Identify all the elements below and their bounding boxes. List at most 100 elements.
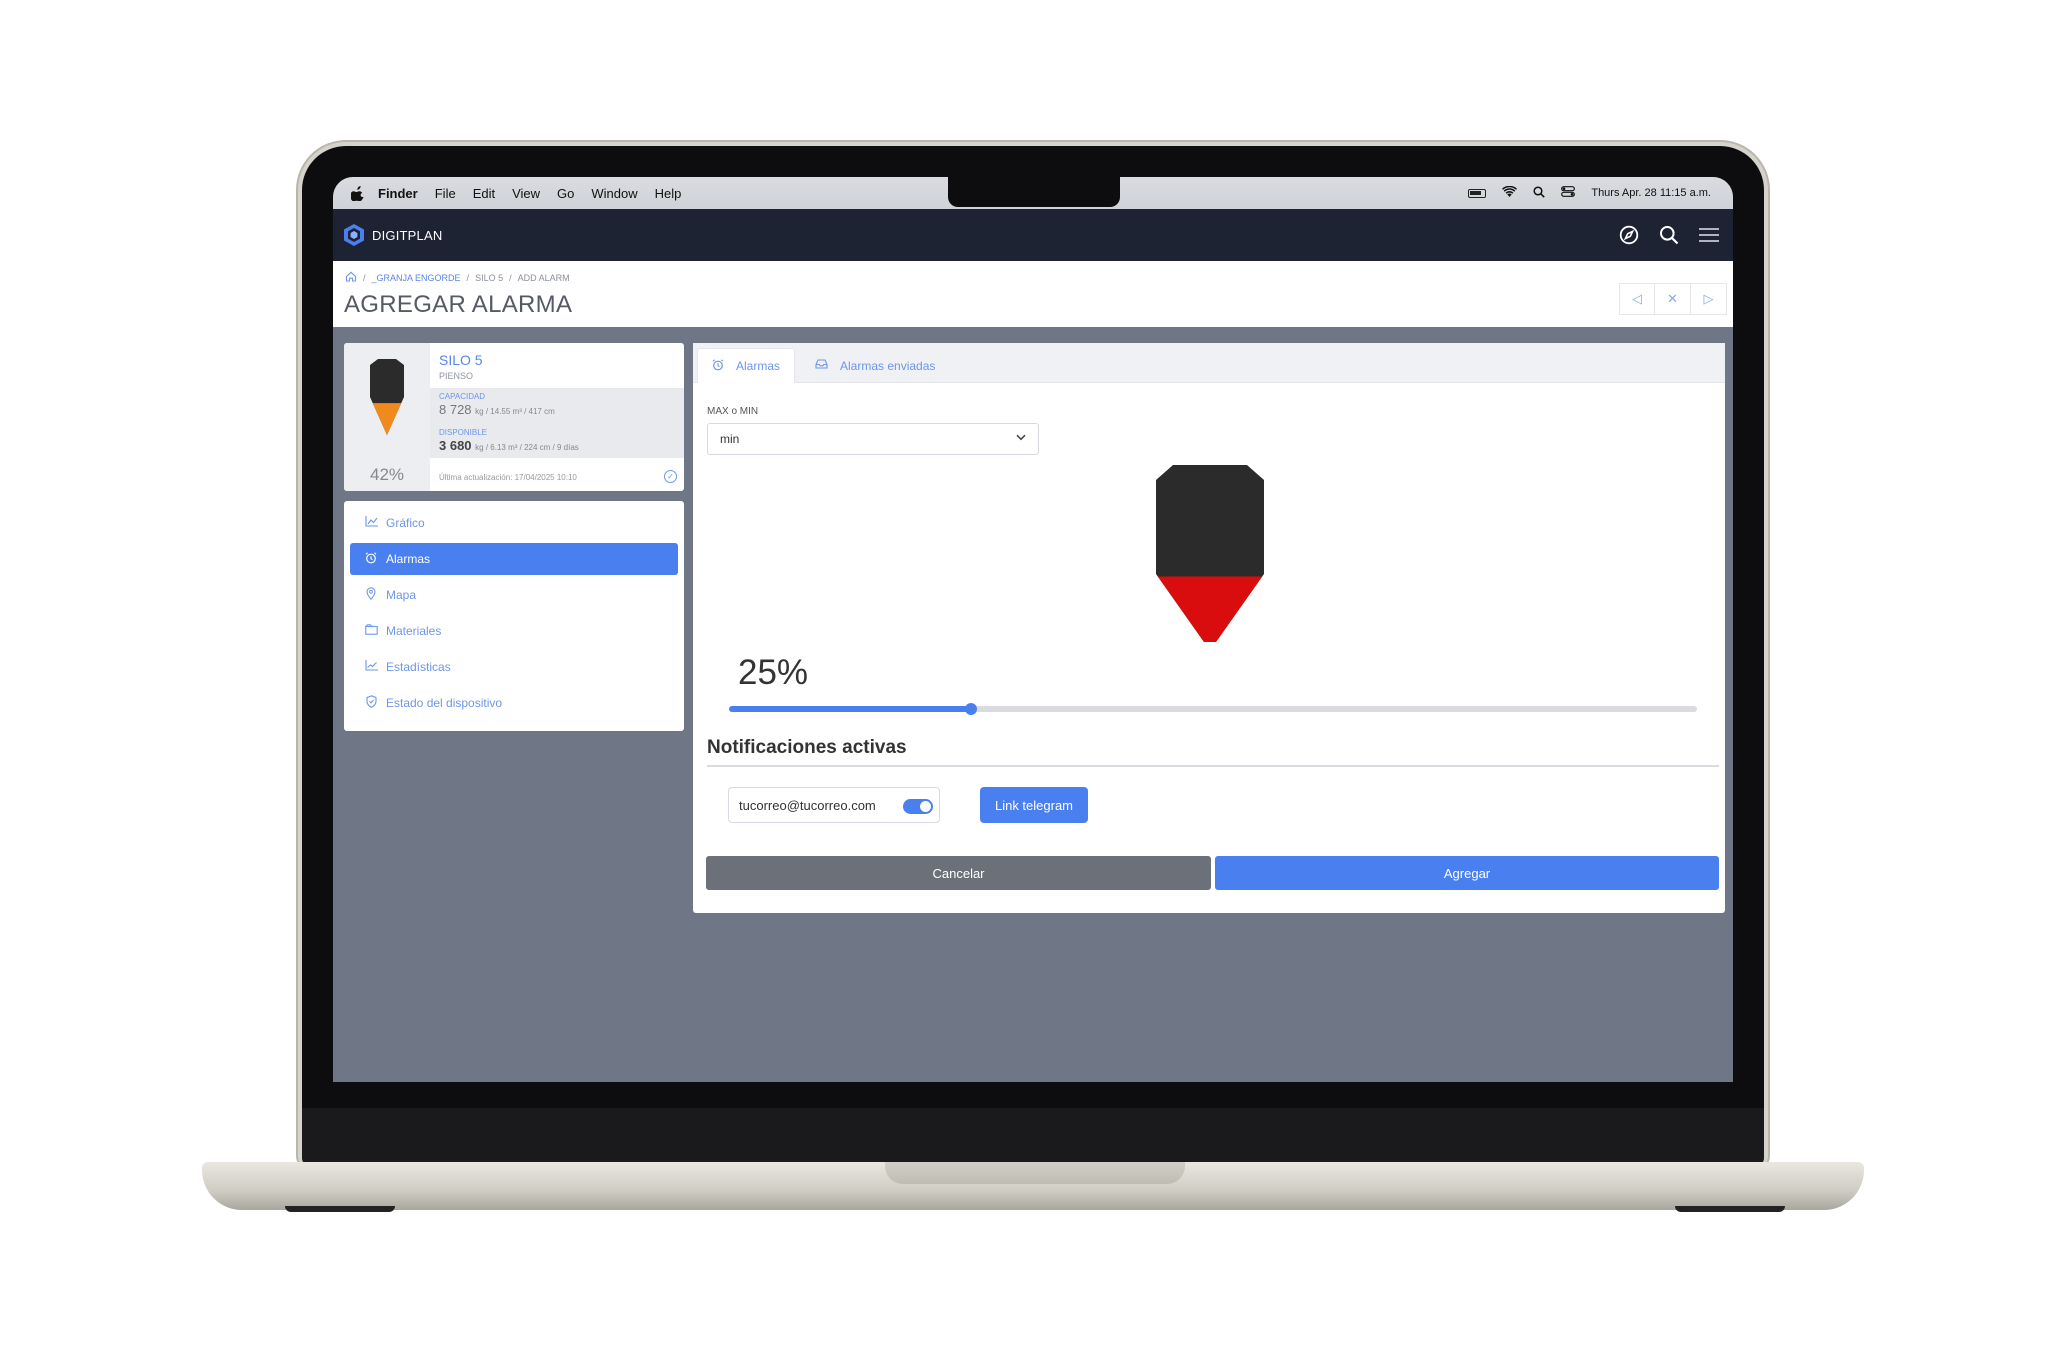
compass-icon[interactable]: [1619, 225, 1639, 245]
alarm-clock-icon: [364, 551, 378, 567]
menu-app-name[interactable]: Finder: [378, 186, 418, 201]
laptop-chin: [302, 1108, 1764, 1166]
link-telegram-button[interactable]: Link telegram: [980, 787, 1088, 823]
app-header: DIGITPLAN: [333, 209, 1733, 261]
nav-item-estadisticas[interactable]: Estadísticas: [350, 651, 678, 683]
nav-item-label: Materiales: [386, 624, 442, 638]
silo-stats-band: CAPACIDAD 8 728 kg / 14.55 m³ / 417 cm D…: [430, 388, 684, 458]
previous-button[interactable]: ◁: [1619, 283, 1655, 315]
menu-go[interactable]: Go: [557, 186, 574, 201]
tab-label: Alarmas: [736, 359, 781, 373]
check-circle-icon: ✓: [664, 470, 677, 483]
menubar-clock[interactable]: Thurs Apr. 28 11:15 a.m.: [1591, 187, 1711, 199]
close-icon: ✕: [1667, 291, 1678, 306]
capacity-label: CAPACIDAD: [439, 392, 486, 401]
silo-info: SILO 5 PIENSO CAPACIDAD 8 728 kg / 14.55…: [430, 343, 684, 491]
next-button[interactable]: ▷: [1691, 283, 1727, 315]
triangle-left-icon: ◁: [1632, 291, 1642, 306]
menu-window[interactable]: Window: [591, 186, 637, 201]
notifications-title: Notificaciones activas: [707, 737, 907, 758]
available-value: 3 680: [439, 438, 472, 453]
maxmin-selected-value: min: [720, 432, 740, 446]
breadcrumb: / _GRANJA ENGORDE / SILO 5 / ADD ALARM: [345, 271, 570, 284]
macos-menubar: Finder File Edit View Go Window Help Thu…: [333, 177, 1733, 209]
wifi-icon[interactable]: [1502, 185, 1518, 200]
laptop-foot-right: [1675, 1206, 1785, 1212]
menu-file[interactable]: File: [435, 186, 456, 201]
alarm-level-percent: 25%: [738, 653, 809, 692]
last-updated: Última actualización: 17/04/2025 10:10: [439, 473, 577, 482]
slider-thumb[interactable]: [965, 703, 977, 715]
chevron-down-icon: [1016, 433, 1026, 444]
nav-item-label: Mapa: [386, 588, 417, 602]
silo-alarm-level-fill: [1156, 576, 1264, 642]
silo-material-type: PIENSO: [439, 371, 474, 381]
breadcrumb-separator: /: [509, 272, 512, 283]
menu-view[interactable]: View: [512, 186, 540, 201]
add-alarm-panel: Alarmas Alarmas enviadas MAX o MIN min 2…: [693, 343, 1725, 913]
laptop-foot-left: [285, 1206, 395, 1212]
battery-icon[interactable]: [1468, 188, 1487, 198]
nav-item-mapa[interactable]: Mapa: [350, 579, 678, 611]
page-header: / _GRANJA ENGORDE / SILO 5 / ADD ALARM A…: [333, 261, 1733, 327]
maxmin-select[interactable]: min: [707, 423, 1039, 455]
silo-side-nav: Gráfico Alarmas Mapa Materiales Estadíst…: [344, 501, 684, 731]
nav-item-label: Estado del dispositivo: [386, 696, 503, 710]
tab-alarmas-enviadas[interactable]: Alarmas enviadas: [801, 348, 949, 383]
nav-item-alarmas[interactable]: Alarmas: [350, 543, 678, 575]
chart-icon: [364, 516, 378, 530]
menu-help[interactable]: Help: [655, 186, 682, 201]
silo-thumbnail: 42%: [344, 343, 430, 491]
shield-icon: [364, 695, 378, 711]
breadcrumb-current: ADD ALARM: [517, 272, 570, 283]
add-button[interactable]: Agregar: [1215, 856, 1719, 890]
nav-item-materiales[interactable]: Materiales: [350, 615, 678, 647]
alarm-clock-icon: [712, 358, 724, 374]
cancel-button[interactable]: Cancelar: [706, 856, 1211, 890]
alarm-tabs: Alarmas Alarmas enviadas: [693, 343, 1725, 383]
available-value-row: 3 680 kg / 6.13 m³ / 224 cm / 9 días: [439, 438, 579, 453]
laptop-opening-groove: [885, 1162, 1185, 1184]
available-label: DISPONIBLE: [439, 428, 488, 437]
maxmin-label: MAX o MIN: [707, 406, 759, 417]
silo-level-preview: [1156, 465, 1264, 642]
email-notification-toggle[interactable]: [903, 799, 933, 814]
menubar-status-area: Thurs Apr. 28 11:15 a.m.: [1468, 177, 1711, 209]
silo-fill-percent: 42%: [369, 465, 405, 484]
breadcrumb-farm[interactable]: _GRANJA ENGORDE: [372, 273, 461, 283]
silo-name[interactable]: SILO 5: [439, 352, 483, 368]
control-center-icon[interactable]: [1561, 186, 1576, 200]
nav-item-grafico[interactable]: Gráfico: [350, 507, 678, 539]
tab-alarmas[interactable]: Alarmas: [697, 348, 796, 383]
section-divider: [707, 765, 1719, 767]
apple-icon[interactable]: [350, 185, 364, 201]
spotlight-search-icon[interactable]: [1533, 185, 1546, 201]
search-icon[interactable]: [1659, 225, 1679, 245]
triangle-right-icon: ▷: [1703, 291, 1714, 306]
box-icon: [364, 624, 378, 638]
nav-item-estado-dispositivo[interactable]: Estado del dispositivo: [350, 687, 678, 719]
home-icon[interactable]: [345, 271, 357, 284]
digitplan-logo-icon[interactable]: [344, 224, 364, 246]
brand-name[interactable]: DIGITPLAN: [372, 228, 442, 243]
camera-notch: [948, 177, 1120, 207]
breadcrumb-separator: /: [363, 272, 366, 283]
available-unit: kg / 6.13 m³ / 224 cm / 9 días: [475, 443, 579, 452]
screen: Finder File Edit View Go Window Help Thu…: [333, 177, 1733, 1082]
inbox-icon: [815, 359, 828, 372]
nav-item-label: Estadísticas: [386, 660, 451, 674]
capacity-unit: kg / 14.55 m³ / 417 cm: [475, 407, 555, 416]
menu-edit[interactable]: Edit: [473, 186, 495, 201]
nav-item-label: Alarmas: [386, 552, 431, 566]
silo-level-graphic: [370, 359, 404, 435]
hamburger-menu-icon[interactable]: [1699, 227, 1719, 243]
notification-email: tucorreo@tucorreo.com: [739, 797, 876, 813]
close-button[interactable]: ✕: [1655, 283, 1691, 315]
tab-label: Alarmas enviadas: [840, 358, 936, 373]
map-pin-icon: [364, 587, 378, 603]
stats-icon: [364, 660, 378, 674]
alarm-level-slider[interactable]: [729, 703, 1697, 715]
capacity-value: 8 728: [439, 402, 472, 417]
silo-summary-card[interactable]: 42% SILO 5 PIENSO CAPACIDAD 8 728 kg / 1…: [344, 343, 684, 491]
breadcrumb-silo[interactable]: SILO 5: [475, 273, 503, 283]
